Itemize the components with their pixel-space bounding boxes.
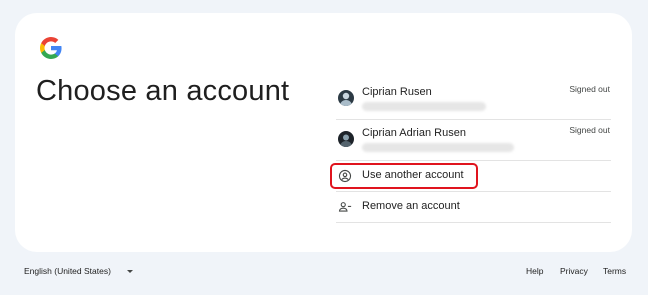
- account-chooser-card: Choose an account Ciprian Rusen Signed o…: [15, 13, 632, 252]
- account-list: Ciprian Rusen Signed out Ciprian Adrian …: [336, 79, 611, 223]
- account-circle-icon: [338, 169, 352, 183]
- person-remove-icon: [338, 202, 352, 212]
- avatar: [338, 131, 354, 147]
- remove-account-label: Remove an account: [362, 200, 460, 212]
- account-item[interactable]: Ciprian Adrian Rusen Signed out: [336, 120, 611, 161]
- account-status: Signed out: [569, 84, 610, 94]
- account-status: Signed out: [569, 125, 610, 135]
- google-g-icon: [40, 37, 62, 59]
- language-label: English (United States): [24, 266, 111, 276]
- account-name: Ciprian Rusen: [362, 86, 432, 98]
- account-email-redacted: [362, 102, 486, 111]
- caret-down-icon: [126, 269, 133, 273]
- remove-account-button[interactable]: Remove an account: [336, 192, 611, 223]
- use-another-account-label: Use another account: [362, 169, 464, 181]
- account-item[interactable]: Ciprian Rusen Signed out: [336, 79, 611, 120]
- footer: English (United States) Help Privacy Ter…: [0, 266, 648, 280]
- help-link[interactable]: Help: [526, 266, 543, 276]
- terms-link[interactable]: Terms: [603, 266, 626, 276]
- account-email-redacted: [362, 143, 514, 152]
- language-selector[interactable]: English (United States): [24, 266, 133, 276]
- avatar: [338, 90, 354, 106]
- page-title: Choose an account: [36, 75, 290, 107]
- use-another-account-button[interactable]: Use another account: [336, 161, 611, 192]
- privacy-link[interactable]: Privacy: [560, 266, 588, 276]
- account-name: Ciprian Adrian Rusen: [362, 127, 466, 139]
